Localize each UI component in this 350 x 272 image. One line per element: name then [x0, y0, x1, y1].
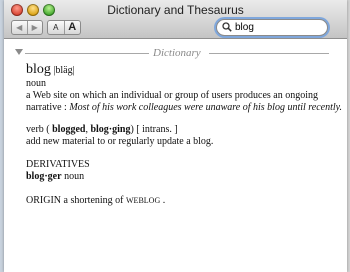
derivatives-label: DERIVATIVES: [26, 159, 90, 170]
verb-form-past: blogged: [52, 124, 86, 135]
navigation-buttons: ◀ ▶: [11, 20, 43, 35]
origin-line: ORIGIN a shortening of weblog .: [26, 194, 344, 207]
origin-text: a shortening of: [63, 195, 124, 206]
definition-verb: add new material to or regularly update …: [26, 136, 214, 147]
origin-label: ORIGIN: [26, 195, 61, 206]
headword-line: blog |bläg|: [26, 62, 344, 78]
derivative-word: blog·ger: [26, 171, 62, 182]
dictionary-window: Dictionary and Thesaurus ◀ ▶ A A blog Di…: [4, 0, 347, 272]
window-title: Dictionary and Thesaurus: [107, 3, 244, 17]
verb-tail: ) [ intrans. ]: [130, 124, 178, 135]
search-field[interactable]: blog: [216, 19, 328, 36]
decrease-font-button[interactable]: A: [48, 21, 64, 34]
headword: blog: [26, 62, 51, 77]
example-noun: Most of his work colleagues were unaware…: [69, 102, 343, 113]
pronunciation: |bläg|: [53, 65, 75, 76]
definition-noun-block: a Web site on which an individual or gro…: [26, 90, 344, 114]
section-divider-right: [209, 53, 329, 54]
dictionary-entry: blog |bläg| noun a Web site on which an …: [26, 62, 344, 207]
origin-word[interactable]: weblog: [126, 194, 160, 206]
section-header: Dictionary: [15, 47, 329, 59]
verb-separator: ,: [85, 124, 88, 135]
forward-button[interactable]: ▶: [26, 21, 43, 34]
title-bar[interactable]: Dictionary and Thesaurus ◀ ▶ A A blog: [4, 0, 347, 39]
font-size-buttons: A A: [47, 20, 81, 35]
section-divider-left: [25, 53, 149, 54]
disclosure-triangle-icon[interactable]: [15, 49, 23, 55]
increase-font-button[interactable]: A: [63, 21, 81, 34]
search-query[interactable]: blog: [235, 21, 254, 34]
verb-line: verb ( blogged, blog·ging) [ intrans. ]: [26, 124, 344, 136]
verb-form-gerund: blog·ging: [90, 124, 131, 135]
back-button[interactable]: ◀: [12, 21, 27, 34]
section-title: Dictionary: [153, 47, 201, 59]
magnifier-icon: [222, 22, 232, 32]
part-of-speech-noun: noun: [26, 78, 46, 89]
verb-label: verb (: [26, 124, 50, 135]
derivative-line: blog·ger noun: [26, 171, 344, 183]
derivative-pos: noun: [64, 171, 85, 182]
origin-end: .: [162, 195, 166, 206]
